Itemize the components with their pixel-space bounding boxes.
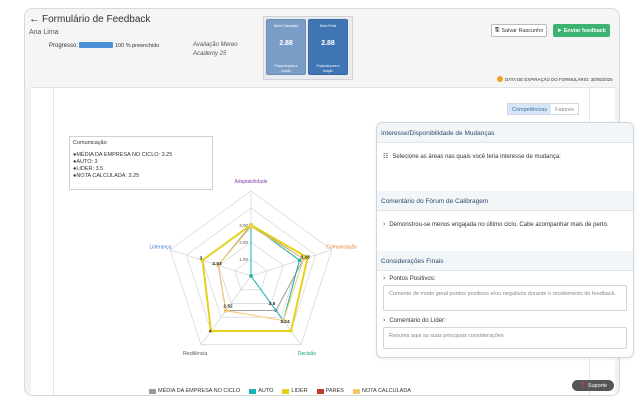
legend-label: AUTO: [258, 388, 274, 394]
save-icon: 🖫: [494, 27, 500, 33]
progress-label: Progresso:: [49, 43, 79, 49]
help-icon: ❓: [578, 382, 586, 389]
section-body-interest: ☷ Selecione as áreas nas quais você teri…: [377, 143, 633, 191]
series-point: [249, 225, 253, 229]
radar-chart: 1.002.003.00AdaptabilidadeComunicaçãoDec…: [149, 179, 357, 357]
data-label: 3: [200, 256, 203, 262]
card-value: 2.88: [321, 40, 335, 47]
calculated-score-card: Nota Calculada 2.88 Proposta para a funçã…: [266, 19, 306, 75]
evaluation-line1: Avaliação Mereo: [193, 42, 238, 48]
card-value: 2.88: [279, 40, 293, 47]
data-label: 4: [209, 328, 212, 334]
data-label: 3.25: [300, 254, 310, 260]
legend-swatch: [316, 388, 324, 394]
legend-label: LIDER: [291, 388, 308, 394]
legend-item[interactable]: LIDER: [282, 388, 308, 394]
tab-fatores[interactable]: Fatores: [551, 104, 578, 114]
series-point: [249, 274, 253, 278]
final-score-card: Nota Final 2.88 Proposta para a função: [308, 19, 348, 75]
section-header-interest: Interesse/Disponibilidade de Mudanças: [377, 123, 633, 143]
legend-swatch: [282, 388, 290, 394]
progress-text: 100 % preenchido: [115, 43, 160, 49]
data-label: 2.03: [212, 261, 222, 267]
section-header-calibration: Comentário do Fórum de Calibragem: [377, 191, 633, 211]
data-label: 2.5: [269, 301, 276, 307]
user-name: Ana Lima: [29, 29, 59, 36]
grid-label: 2.00: [239, 240, 248, 245]
side-panel: Interesse/Disponibilidade de Mudanças ☷ …: [376, 122, 634, 358]
data-label: 3.24: [280, 319, 290, 325]
section-body-final: › Pontos Positivos: Comente de modo gera…: [377, 271, 633, 353]
legend-item[interactable]: MÉDIA DA EMPRESA NO CICLO: [149, 388, 240, 394]
progress-fill: [79, 42, 113, 48]
card-title: Nota Calculada: [273, 24, 299, 28]
axis-label: Liderança: [149, 245, 171, 251]
series-point: [289, 329, 293, 333]
calibration-comment: Demonstrou-se menos engajada no último c…: [389, 221, 609, 228]
legend-item[interactable]: NOTA CALCULADA: [352, 388, 411, 394]
interest-text: Selecione as áreas nas quais você teria …: [392, 153, 561, 160]
chevron-right-icon: ›: [383, 317, 386, 324]
evaluation-name: Avaliação Mereo Academy 25: [193, 41, 238, 59]
series-line: [201, 223, 309, 333]
axis-label: Comunicação: [326, 245, 357, 251]
support-button[interactable]: ❓ Suporte: [572, 380, 614, 391]
section-body-calibration: › Demonstrou-se menos engajada no último…: [377, 211, 633, 251]
leader-comment-label: Comentário do Líder:: [389, 317, 446, 324]
evaluation-line2: Academy 25: [193, 51, 227, 57]
card-title: Nota Final: [319, 24, 337, 28]
support-label: Suporte: [587, 382, 608, 389]
positive-points-label: Pontos Positivos:: [389, 275, 436, 282]
grid-label: 1.00: [239, 257, 248, 262]
legend-swatch: [352, 388, 360, 394]
send-feedback-label: Enviar feedback: [563, 27, 606, 34]
legend-item[interactable]: PARES: [316, 388, 344, 394]
chevron-right-icon: ›: [383, 221, 386, 228]
axis-label: Adaptabilidade: [234, 179, 267, 185]
sitemap-icon: ☷: [383, 154, 389, 160]
axis-label: Decisão: [298, 351, 316, 357]
expiration-date: DATA DE EXPIRAÇÃO DO FORMULÁRIO: 30/05/2…: [497, 76, 613, 82]
save-draft-label: Salvar Rascunho: [501, 27, 544, 34]
axis-label: Resiliência: [183, 351, 207, 357]
chart-legend: MÉDIA DA EMPRESA NO CICLO AUTO LIDER PARES N…: [149, 388, 411, 394]
tab-competencias[interactable]: Competências: [508, 104, 552, 114]
legend-swatch: [149, 388, 156, 394]
data-label: 2.52: [223, 304, 233, 310]
chevron-right-icon: ›: [383, 275, 386, 282]
card-subtitle: Proposta para a função: [274, 64, 298, 73]
legend-label: MÉDIA DA EMPRESA NO CICLO: [158, 388, 241, 394]
send-icon: ➤: [557, 27, 562, 34]
legend-label: PARES: [325, 388, 344, 394]
header: ← Formulário de Feedback Ana Lima Progre…: [25, 9, 619, 87]
grid-spoke: [250, 249, 332, 277]
view-tabs: Competências Fatores: [507, 103, 579, 115]
positive-points-field[interactable]: Comente de modo geral pontos positivos e…: [383, 285, 627, 311]
tooltip-title: Comunicação: [73, 140, 107, 146]
legend-label: NOTA CALCULADA: [361, 388, 411, 394]
card-subtitle: Proposta para a função: [316, 64, 340, 73]
arrow-left-icon[interactable]: ←: [29, 13, 40, 25]
legend-item[interactable]: AUTO: [249, 388, 273, 394]
legend-swatch: [249, 388, 257, 394]
divider: [53, 88, 54, 395]
send-feedback-button[interactable]: ➤ Enviar feedback: [553, 24, 610, 37]
leader-comment-field[interactable]: Resuma aqui as suas principais considera…: [383, 327, 627, 349]
clock-icon: [497, 76, 503, 82]
page-title: Formulário de Feedback: [42, 14, 151, 25]
expiration-text: DATA DE EXPIRAÇÃO DO FORMULÁRIO: 30/05/2…: [505, 76, 613, 82]
save-draft-button[interactable]: 🖫 Salvar Rascunho: [491, 24, 547, 37]
section-header-final: Considerações Finais: [377, 251, 633, 271]
progress-bar: [79, 42, 113, 48]
